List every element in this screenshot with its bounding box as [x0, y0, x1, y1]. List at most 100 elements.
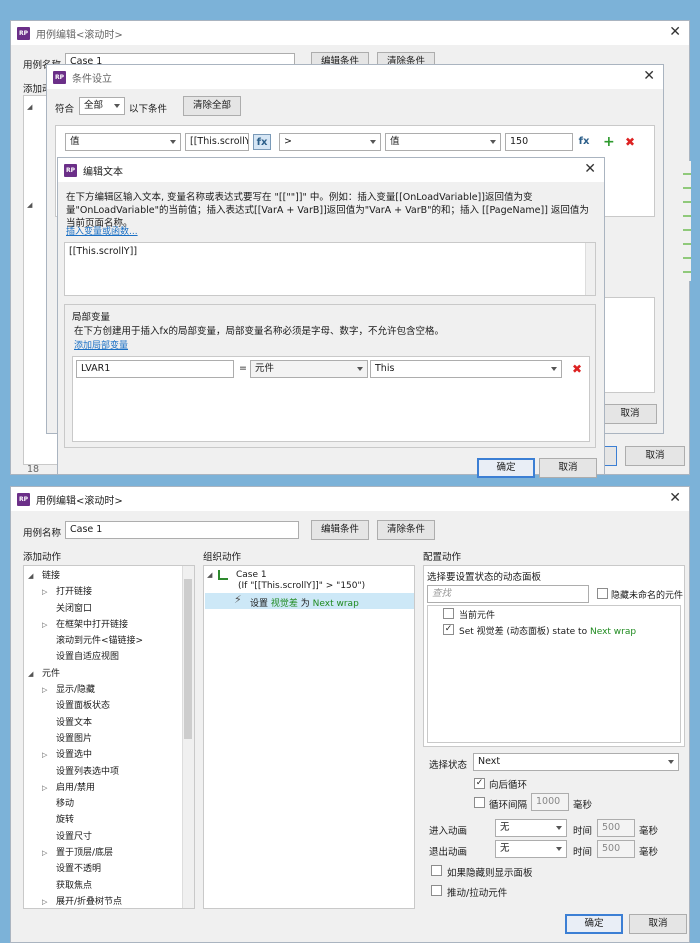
bg-ok-button[interactable]: [603, 446, 617, 466]
ok-button[interactable]: 确定: [477, 458, 535, 478]
condition-cancel-button[interactable]: 取消: [603, 404, 657, 424]
close-icon[interactable]: ✕: [669, 24, 681, 40]
tree-item[interactable]: ▷ 展开/折叠树节点: [24, 894, 182, 908]
close-icon[interactable]: ✕: [669, 490, 681, 506]
clear-condition-button[interactable]: 清除条件: [377, 520, 435, 540]
action-mid: 为: [300, 599, 310, 609]
tree-item[interactable]: 设置自适应视图: [24, 649, 182, 665]
exit-anim-select[interactable]: 无: [495, 840, 567, 858]
search-input[interactable]: 查找: [427, 585, 589, 603]
loop-back-label: 向后循环: [489, 780, 528, 791]
tree-toggle-icon[interactable]: ◢: [27, 201, 32, 209]
variable-value-select[interactable]: This: [370, 360, 562, 378]
tree-item[interactable]: ◢ 元件: [24, 666, 182, 682]
tree-item[interactable]: 移动: [24, 796, 182, 812]
variable-name-input[interactable]: LVAR1: [76, 360, 234, 378]
tree-item[interactable]: 关闭窗口: [24, 601, 182, 617]
enter-anim-label: 进入动画: [429, 826, 468, 837]
edit-condition-button[interactable]: 编辑条件: [311, 520, 369, 540]
fx-icon[interactable]: fx: [575, 134, 593, 150]
current-widget-checkbox[interactable]: [443, 608, 454, 619]
tree-item-label: 展开/折叠树节点: [56, 896, 123, 907]
push-pull-checkbox[interactable]: [431, 885, 442, 896]
tree-item[interactable]: ▷ 在框架中打开链接: [24, 617, 182, 633]
tree-item-label: 设置自适应视图: [56, 652, 120, 663]
case-title[interactable]: Case 1: [236, 570, 267, 580]
case-name-input[interactable]: Case 1: [65, 521, 299, 539]
delete-variable-icon[interactable]: ✖: [572, 363, 582, 375]
tree-item-label: 元件: [42, 668, 61, 679]
collapsed-triangle-icon[interactable]: ▷: [42, 894, 47, 908]
tree-item-label: 置于顶层/底层: [56, 848, 114, 859]
cancel-button[interactable]: 取消: [629, 914, 687, 934]
bg-cancel-button[interactable]: 取消: [625, 446, 685, 466]
tree-item[interactable]: 设置列表选中项: [24, 764, 182, 780]
add-local-variable-link[interactable]: 添加局部变量: [74, 338, 128, 351]
ok-button[interactable]: 确定: [565, 914, 623, 934]
text-editor[interactable]: [[This.scrollY]]: [64, 242, 596, 296]
enter-time-input[interactable]: 500: [597, 819, 635, 837]
expanded-triangle-icon[interactable]: ◢: [28, 568, 33, 584]
close-icon[interactable]: ✕: [584, 161, 596, 177]
delete-condition-icon[interactable]: ✖: [625, 136, 635, 148]
hide-unnamed-checkbox[interactable]: [597, 588, 608, 599]
condition-value-input[interactable]: 150: [505, 133, 573, 151]
tree-item[interactable]: 设置面板状态: [24, 698, 182, 714]
condition-expression-input[interactable]: [[This.scrollY]]: [185, 133, 249, 151]
match-select[interactable]: 全部: [79, 97, 125, 115]
loop-interval-checkbox[interactable]: [474, 797, 485, 808]
exit-time-input[interactable]: 500: [597, 840, 635, 858]
tree-item[interactable]: ▷ 打开链接: [24, 584, 182, 600]
value-type-select[interactable]: 值: [385, 133, 501, 151]
rp-logo-icon: RP: [17, 492, 30, 506]
insert-variable-link[interactable]: 插入变量或函数...: [66, 224, 138, 237]
cancel-button[interactable]: 取消: [539, 458, 597, 478]
tree-item[interactable]: 获取焦点: [24, 878, 182, 894]
visual-diff-checkbox[interactable]: ✓: [443, 624, 454, 635]
tree-item[interactable]: ▷ 启用/禁用: [24, 780, 182, 796]
variable-type-select[interactable]: 元件: [250, 360, 368, 378]
tree-item-label: 设置不透明: [56, 864, 102, 875]
collapsed-triangle-icon[interactable]: ▷: [42, 747, 47, 763]
collapsed-triangle-icon[interactable]: ▷: [42, 682, 47, 698]
tree-scroll-thumb[interactable]: [184, 579, 192, 739]
tree-item[interactable]: ▷ 置于顶层/底层: [24, 845, 182, 861]
add-condition-icon[interactable]: +: [603, 135, 615, 149]
tree-toggle-icon[interactable]: ◢: [27, 103, 32, 111]
interval-input[interactable]: 1000: [531, 793, 569, 811]
fx-icon[interactable]: fx: [253, 134, 271, 150]
action-tree: ◢ 链接 ▷ 打开链接关闭窗口 ▷ 在框架中打开链接 滚动到元件<锚链接> 设置自适应视图 ◢ 元…: [24, 568, 182, 908]
tree-item[interactable]: ◢ 链接: [24, 568, 182, 584]
show-if-hidden-checkbox[interactable]: [431, 865, 442, 876]
enter-anim-select[interactable]: 无: [495, 819, 567, 837]
tree-item[interactable]: 设置文本: [24, 715, 182, 731]
local-vars-title: 局部变量: [72, 312, 111, 323]
editor-scrollbar[interactable]: [585, 243, 595, 295]
select-state-dropdown[interactable]: Next: [473, 753, 679, 771]
action-tree-panel: ◢ 链接 ▷ 打开链接关闭窗口 ▷ 在框架中打开链接 滚动到元件<锚链接> 设置自适应视图 ◢ 元…: [23, 565, 195, 909]
description-text: 在下方编辑区输入文本, 变量名称或表达式要写在 "[[""]]" 中。例如：插入…: [66, 192, 589, 229]
tree-item[interactable]: 旋转: [24, 812, 182, 828]
tree-item[interactable]: 设置图片: [24, 731, 182, 747]
collapsed-triangle-icon[interactable]: ▷: [42, 845, 47, 861]
right-edge-marks: [683, 161, 691, 281]
tree-item[interactable]: 设置尺寸: [24, 829, 182, 845]
condition-type-select[interactable]: 值: [65, 133, 181, 151]
dialog-title: 编辑文本: [83, 166, 123, 178]
close-icon[interactable]: ✕: [643, 68, 655, 84]
tree-item[interactable]: 设置不透明: [24, 861, 182, 877]
match-label: 符合: [55, 104, 75, 115]
tree-item-label: 关闭窗口: [56, 603, 93, 614]
loop-back-checkbox[interactable]: ✓: [474, 778, 485, 789]
expanded-triangle-icon[interactable]: ◢: [28, 666, 33, 682]
clear-all-button[interactable]: 清除全部: [183, 96, 241, 116]
case-tree-icon: [218, 570, 228, 580]
tree-item[interactable]: ▷ 设置选中: [24, 747, 182, 763]
tree-item[interactable]: ▷ 显示/隐藏: [24, 682, 182, 698]
tree-item[interactable]: 滚动到元件<锚链接>: [24, 633, 182, 649]
organize-panel: ◢ Case 1 (If "[[This.scrollY]]" > "150")…: [203, 565, 415, 909]
collapsed-triangle-icon[interactable]: ▷: [42, 780, 47, 796]
operator-select[interactable]: >: [279, 133, 381, 151]
collapsed-triangle-icon[interactable]: ▷: [42, 584, 47, 600]
collapsed-triangle-icon[interactable]: ▷: [42, 617, 47, 633]
